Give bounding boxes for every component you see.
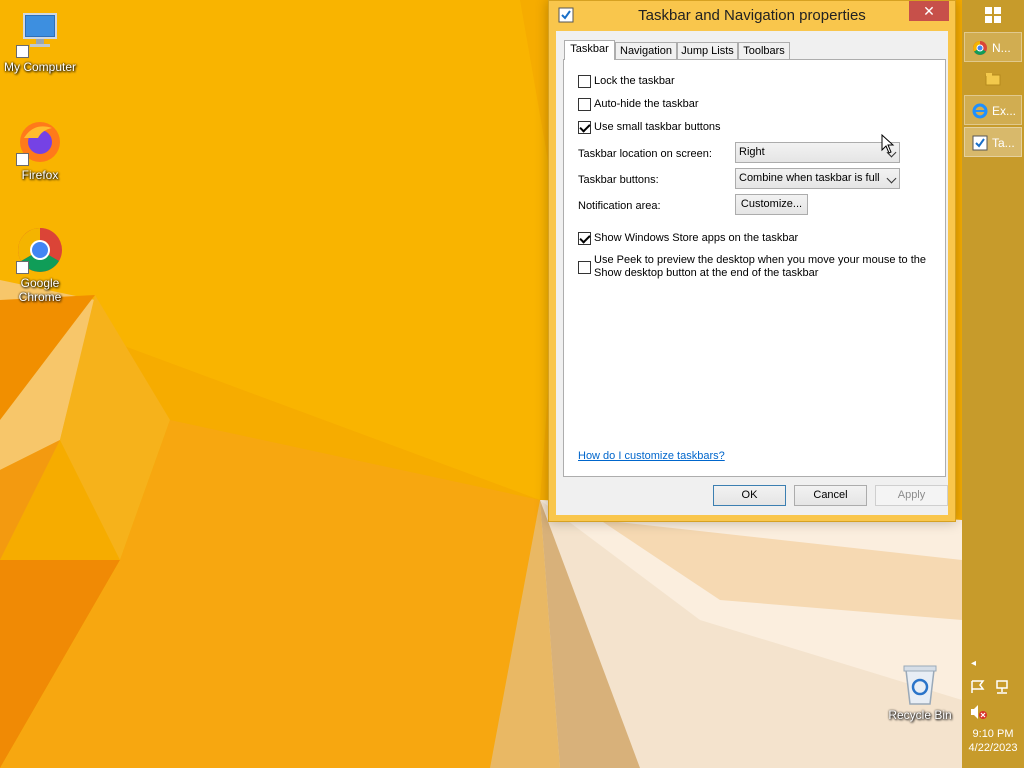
taskbar-tab-panel: Lock the taskbar Auto-hide the taskbar U… [563,59,946,477]
volume-muted-icon[interactable] [970,704,988,720]
desktop-icon-google-chrome[interactable]: Google Chrome [0,226,82,304]
checkbox-box[interactable] [578,75,591,88]
shortcut-arrow-icon [16,153,29,166]
select-value: Right [739,146,765,158]
checkbox-label: Use Peek to preview the desktop when you… [594,254,927,266]
desktop-icon-firefox[interactable]: Firefox [0,118,82,182]
tab-navigation[interactable]: Navigation [615,42,677,59]
taskbar-button-taskbar-properties[interactable]: Ta... [964,127,1022,157]
checkbox-label: Auto-hide the taskbar [594,98,699,110]
taskbar-buttons-label: Taskbar buttons: [578,174,659,186]
taskbar-button-file-explorer[interactable] [964,64,1022,94]
desktop-icon-label: Firefox [21,168,59,182]
shortcut-arrow-icon [16,261,29,274]
dialog-client: Taskbar Navigation Jump Lists Toolbars L… [556,31,948,515]
tab-toolbars[interactable]: Toolbars [738,42,790,59]
help-link[interactable]: How do I customize taskbars? [578,450,725,462]
clock[interactable]: 9:10 PM 4/22/2023 [962,727,1024,755]
desktop-icon-label: My Computer [3,60,77,74]
dialog-title: Taskbar and Navigation properties [638,7,866,24]
cancel-button[interactable]: Cancel [794,485,867,506]
desktop-icon-label: Google Chrome [18,276,62,304]
windows-logo-icon [985,7,1001,23]
clock-time: 9:10 PM [972,728,1014,740]
checkbox-box[interactable] [578,98,591,111]
ok-button[interactable]: OK [713,485,786,506]
start-button[interactable] [985,7,1001,28]
clock-date: 4/22/2023 [968,742,1018,754]
taskbar-button-label: Ta... [992,136,1015,150]
recycle-bin-icon [900,662,940,706]
chevron-down-icon [886,173,897,184]
action-center-flag-icon[interactable] [970,680,986,694]
customize-button[interactable]: Customize... [735,194,808,215]
tab-taskbar[interactable]: Taskbar [564,40,615,60]
notification-area-label: Notification area: [578,200,661,212]
taskbar-buttons-select[interactable]: Combine when taskbar is full [735,168,900,189]
taskbar-button-internet-explorer[interactable]: Ex... [964,95,1022,125]
chrome-icon [16,226,64,274]
select-value: Combine when taskbar is full [739,172,880,184]
chrome-icon [973,41,987,55]
mouse-cursor-icon [881,134,895,154]
shortcut-arrow-icon [16,45,29,58]
checkbox-label-line2: Show desktop button at the end of the ta… [594,267,819,279]
computer-icon [16,10,64,58]
checkbox-label: Lock the taskbar [594,75,675,87]
desktop-icon-label: Recycle Bin [888,708,952,722]
checkbox-box[interactable] [578,232,591,245]
taskbar-button-chrome[interactable]: N... [964,32,1022,62]
firefox-icon [16,118,64,166]
network-icon[interactable] [994,680,1010,694]
taskbar-button-label: N... [992,41,1011,55]
show-hidden-icons-button[interactable]: ◂ [971,658,976,669]
checkbox-box[interactable] [578,121,591,134]
checkbox-box[interactable] [578,261,591,274]
desktop-icon-my-computer[interactable]: My Computer [0,10,82,74]
taskbar: N... Ex... Ta... ◂ 9:10 PM 4/22/2023 [962,0,1024,768]
taskbar-location-select[interactable]: Right [735,142,900,163]
taskbar-location-label: Taskbar location on screen: [578,148,712,160]
checkbox-label: Use small taskbar buttons [594,121,721,133]
checkbox-label: Show Windows Store apps on the taskbar [594,232,799,244]
dialog-titlebar[interactable]: Taskbar and Navigation properties ✕ [549,1,955,31]
file-explorer-icon [985,73,1001,86]
internet-explorer-icon [972,103,988,119]
chevron-left-icon: ◂ [971,658,977,669]
desktop-icon-recycle-bin[interactable]: Recycle Bin [878,662,962,722]
taskbar-properties-dialog: Taskbar and Navigation properties ✕ Task… [548,0,956,522]
close-button[interactable]: ✕ [909,1,949,21]
tab-jump-lists[interactable]: Jump Lists [677,42,738,59]
taskbar-properties-icon [972,135,988,151]
apply-button[interactable]: Apply [875,485,948,506]
taskbar-button-label: Ex... [992,104,1017,118]
